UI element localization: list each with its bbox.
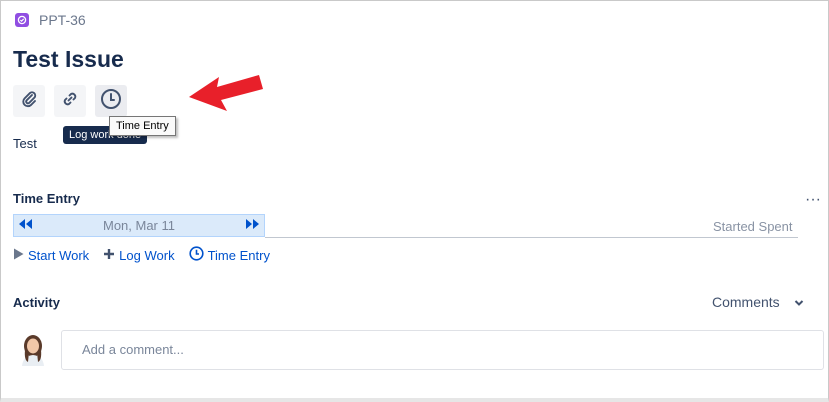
clock-icon	[100, 88, 122, 115]
issue-toolbar	[13, 85, 127, 117]
start-work-button[interactable]: Start Work	[13, 246, 89, 264]
double-arrow-left-icon	[17, 217, 33, 235]
timeline-divider	[265, 237, 798, 238]
more-options-icon[interactable]: ···	[805, 191, 821, 209]
play-icon	[13, 248, 24, 263]
double-arrow-right-icon	[245, 217, 261, 235]
log-work-button[interactable]: Log Work	[103, 246, 175, 264]
issue-key[interactable]: PPT-36	[15, 12, 86, 28]
issue-panel: PPT-36 Test Issue Log work done Time Ent…	[0, 0, 829, 402]
user-avatar	[19, 334, 47, 366]
next-date-button[interactable]	[242, 215, 264, 236]
time-entry-label[interactable]: Time Entry	[208, 248, 270, 263]
log-work-label[interactable]: Log Work	[119, 248, 174, 263]
time-entry-actions: Start Work Log Work Time Entry	[13, 246, 270, 264]
red-arrow-annotation	[187, 67, 265, 120]
activity-heading: Activity	[13, 295, 60, 310]
issue-title[interactable]: Test Issue	[13, 46, 124, 73]
time-entry-button[interactable]: Time Entry	[188, 246, 270, 264]
paperclip-icon	[20, 90, 38, 113]
clock-icon	[188, 246, 204, 264]
chevron-down-icon	[794, 294, 804, 310]
link-issue-button[interactable]	[54, 85, 86, 117]
activity-filter-label[interactable]: Comments	[712, 294, 780, 310]
comment-input[interactable]: Add a comment...	[61, 330, 824, 370]
start-work-label[interactable]: Start Work	[28, 248, 89, 263]
date-navigator: Mon, Mar 11	[13, 214, 265, 237]
issue-description[interactable]: Test	[13, 136, 37, 151]
time-entry-tooltip: Time Entry	[109, 116, 176, 136]
attach-button[interactable]	[13, 85, 45, 117]
current-date[interactable]: Mon, Mar 11	[103, 218, 175, 233]
issue-type-icon	[15, 13, 29, 27]
activity-filter-select[interactable]: Comments	[712, 294, 804, 310]
time-entry-columns: Started Spent	[713, 219, 793, 234]
time-tracking-button[interactable]	[95, 85, 127, 117]
link-icon	[61, 90, 79, 113]
issue-key-label[interactable]: PPT-36	[39, 12, 86, 28]
plus-icon	[103, 248, 115, 263]
time-entry-heading: Time Entry	[13, 191, 80, 206]
previous-date-button[interactable]	[14, 215, 36, 236]
